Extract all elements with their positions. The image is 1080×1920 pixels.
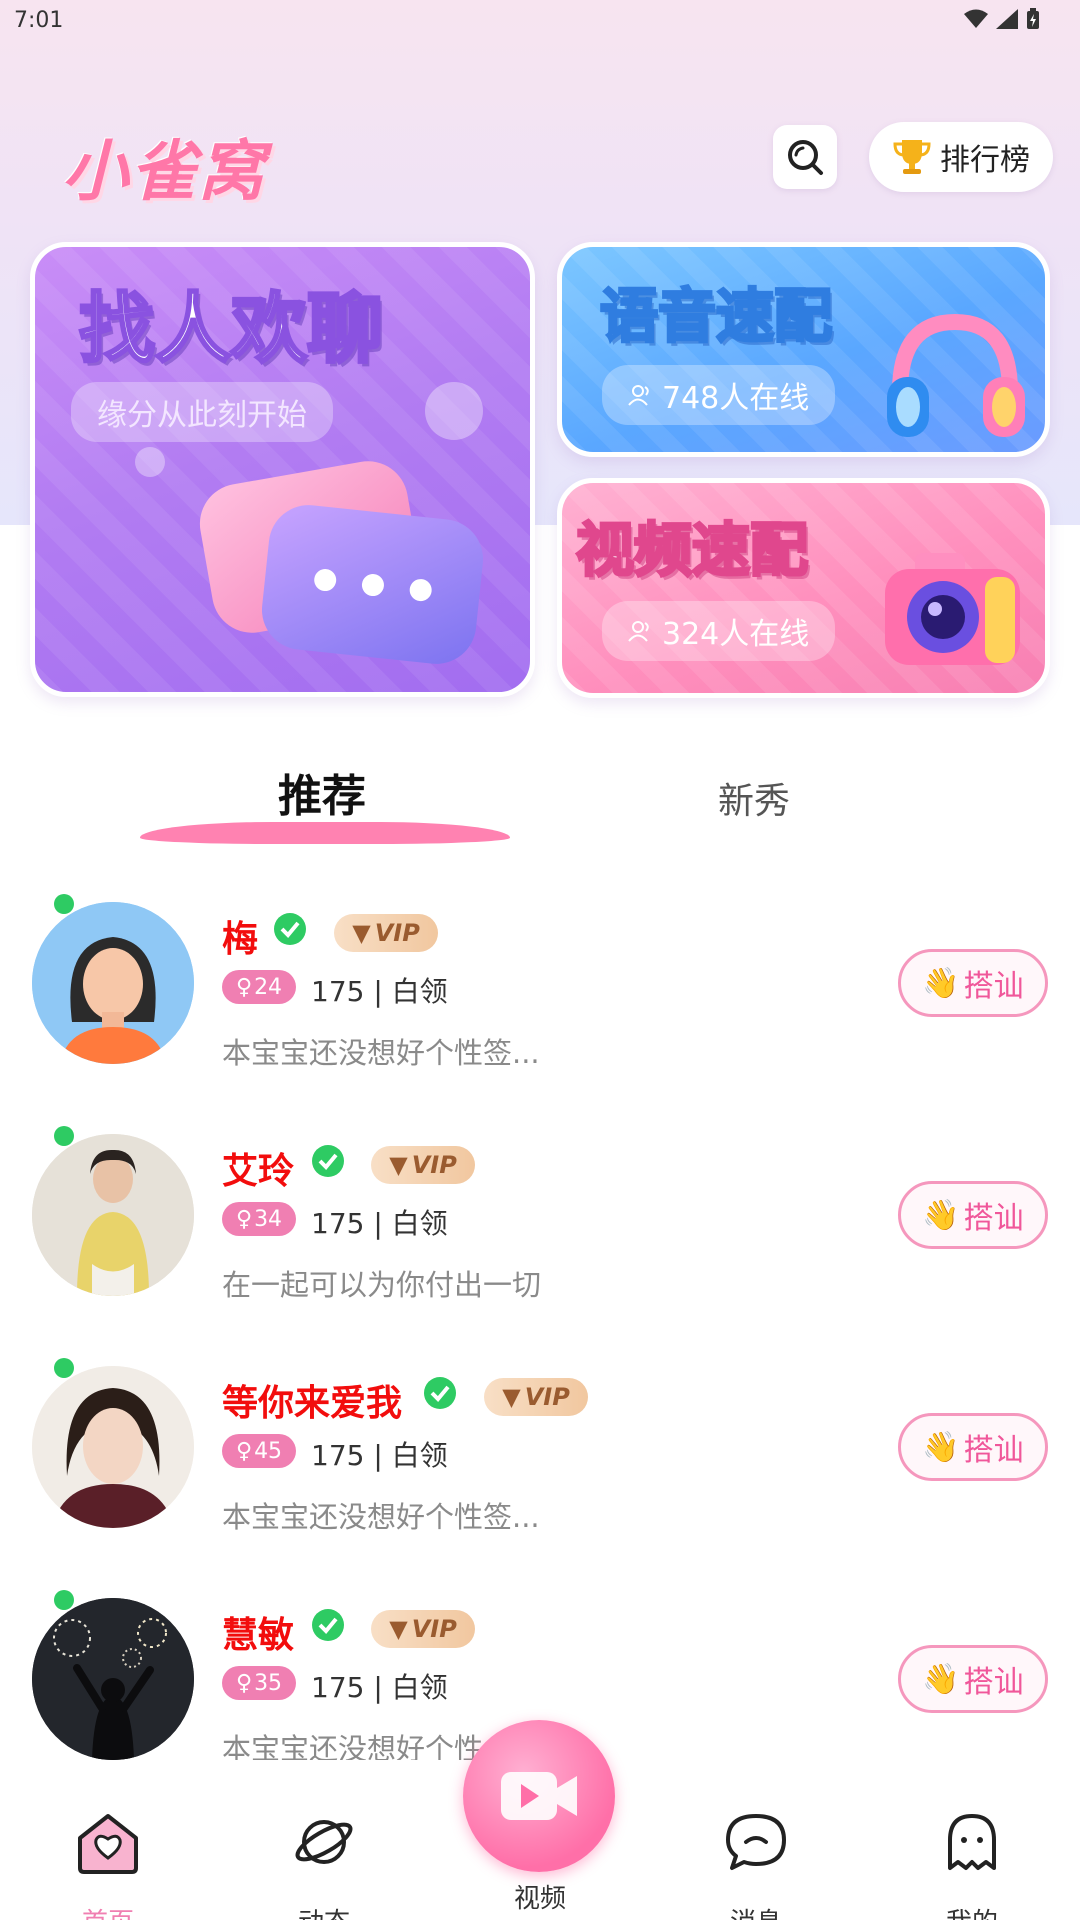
diamond-icon: ▼	[352, 919, 371, 947]
headphone-icon	[887, 313, 1025, 437]
star-decoration	[135, 447, 165, 477]
diamond-icon: ▼	[389, 1151, 408, 1179]
search-button[interactable]	[773, 125, 837, 189]
nav-moments-label: 动态	[264, 1902, 384, 1920]
user-photo	[32, 1598, 194, 1760]
user-row[interactable]: 等你来爱我 ▼ VIP ♀ 45 175 | 白领 本宝宝还没想好个性签... 👋 搭…	[0, 1358, 1080, 1566]
user-name: 慧敏	[222, 1615, 295, 1656]
signal-icon	[996, 9, 1018, 29]
user-name: 等你来爱我	[222, 1383, 403, 1424]
banner-find-chat[interactable]: 找人欢聊 缘分从此刻开始	[30, 242, 535, 697]
active-tab-underline	[140, 822, 510, 844]
avatar[interactable]	[32, 1598, 194, 1760]
user-photo	[32, 1366, 194, 1528]
avatar[interactable]	[32, 1366, 194, 1528]
wave-hand-icon: 👋	[922, 1661, 960, 1697]
nav-video[interactable]	[463, 1720, 615, 1872]
banner-video-match[interactable]: 视频速配 324人在线	[557, 478, 1050, 698]
search-icon	[788, 140, 823, 175]
diamond-icon: ▼	[502, 1383, 521, 1411]
greet-button[interactable]: 👋 搭讪	[898, 1413, 1048, 1481]
banner-voice-match[interactable]: 语音速配 748人在线	[557, 242, 1050, 457]
female-icon: ♀	[235, 1438, 253, 1464]
user-name: 艾玲	[222, 1151, 295, 1192]
age-badge: ♀ 24	[222, 970, 296, 1004]
home-heart-icon	[78, 1814, 138, 1874]
vip-badge: ▼ VIP	[484, 1378, 588, 1416]
greet-button[interactable]: 👋 搭讪	[898, 1645, 1048, 1713]
online-indicator	[54, 1590, 74, 1610]
user-photo	[32, 1134, 194, 1296]
ghost-profile-icon	[948, 1814, 996, 1870]
battery-icon	[1027, 8, 1039, 29]
trophy-icon	[893, 140, 931, 174]
online-indicator	[54, 894, 74, 914]
verified-icon	[274, 913, 306, 945]
app-logo: 小雀窝	[62, 133, 266, 210]
female-icon: ♀	[235, 1206, 253, 1232]
tab-newcomers[interactable]: 新秀	[718, 772, 790, 824]
users-icon	[628, 621, 649, 642]
user-meta: 175 | 白领	[311, 1671, 448, 1704]
user-row[interactable]: 艾玲 ▼ VIP ♀ 34 175 | 白领 在一起可以为你付出一切 👋 搭讪	[0, 1126, 1080, 1334]
age-badge: ♀ 34	[222, 1202, 296, 1236]
nav-home-label: 首页	[48, 1902, 168, 1920]
greet-button[interactable]: 👋 搭讪	[898, 1181, 1048, 1249]
video-camera-icon	[501, 1772, 577, 1820]
user-meta: 175 | 白领	[311, 1439, 448, 1472]
age-badge: ♀ 35	[222, 1666, 296, 1700]
nav-video-label: 视频	[513, 1884, 566, 1914]
video-online-count: 324人在线	[662, 617, 810, 652]
status-bar: 7:01	[0, 0, 1080, 40]
vip-badge: ▼ VIP	[334, 914, 438, 952]
feed-tabs: 推荐 新秀	[0, 760, 1080, 850]
wave-hand-icon: 👋	[922, 1197, 960, 1233]
user-name: 梅	[222, 919, 259, 960]
star-decoration	[425, 382, 483, 440]
avatar[interactable]	[32, 1134, 194, 1296]
greet-button[interactable]: 👋 搭讪	[898, 949, 1048, 1017]
verified-icon	[424, 1377, 456, 1409]
vip-badge: ▼ VIP	[371, 1610, 475, 1648]
user-row[interactable]: 梅 ▼ VIP ♀ 24 175 | 白领 本宝宝还没想好个性签... 👋 搭讪	[0, 894, 1080, 1102]
default-female-avatar-icon	[32, 902, 194, 1064]
status-icons	[964, 8, 1040, 30]
purple-chat-bubble-icon	[258, 501, 487, 668]
user-bio: 本宝宝还没想好个性签...	[222, 1500, 540, 1534]
banner-chat-subtitle: 缘分从此刻开始	[71, 382, 333, 442]
wave-hand-icon: 👋	[922, 1429, 960, 1465]
wave-hand-icon: 👋	[922, 965, 960, 1001]
leaderboard-button[interactable]: 排行榜	[869, 122, 1053, 192]
camera-icon	[885, 553, 1020, 665]
users-icon	[628, 385, 649, 406]
tab-recommend[interactable]: 推荐	[278, 760, 366, 824]
banner-video-title: 视频速配	[574, 515, 809, 586]
online-indicator	[54, 1126, 74, 1146]
user-bio: 在一起可以为你付出一切	[222, 1268, 542, 1302]
wifi-icon	[964, 9, 988, 28]
chat-bubble-icon	[726, 1814, 786, 1870]
banner-chat-title: 找人欢聊	[78, 283, 385, 375]
nav-messages-label: 消息	[696, 1902, 816, 1920]
planet-icon	[295, 1820, 353, 1864]
diamond-icon: ▼	[389, 1615, 408, 1643]
vip-badge: ▼ VIP	[371, 1146, 475, 1184]
online-indicator	[54, 1358, 74, 1378]
female-icon: ♀	[235, 974, 253, 1000]
user-meta: 175 | 白领	[311, 975, 448, 1008]
verified-icon	[312, 1145, 344, 1177]
avatar[interactable]	[32, 902, 194, 1064]
user-bio: 本宝宝还没想好个性签...	[222, 1036, 540, 1070]
age-badge: ♀ 45	[222, 1434, 296, 1468]
verified-icon	[312, 1609, 344, 1641]
banner-voice-title: 语音速配	[598, 281, 833, 352]
voice-online-count: 748人在线	[662, 381, 810, 416]
banner-voice-online: 748人在线	[602, 365, 836, 425]
banner-video-online: 324人在线	[602, 601, 836, 661]
status-time: 7:01	[14, 8, 64, 33]
leaderboard-label: 排行榜	[940, 143, 1030, 178]
nav-profile-label: 我的	[912, 1902, 1032, 1920]
user-meta: 175 | 白领	[311, 1207, 448, 1240]
female-icon: ♀	[235, 1670, 253, 1696]
